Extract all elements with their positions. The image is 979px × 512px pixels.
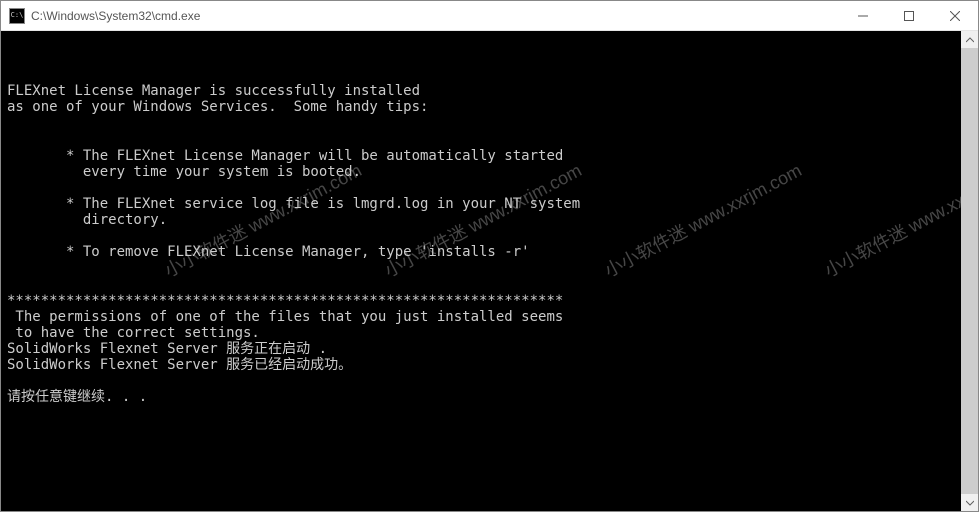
minimize-icon [858, 11, 868, 21]
maximize-button[interactable] [886, 1, 932, 30]
titlebar[interactable]: C:\ C:\Windows\System32\cmd.exe [1, 1, 978, 31]
console-area[interactable]: FLEXnet License Manager is successfully … [1, 31, 978, 511]
maximize-icon [904, 11, 914, 21]
scrollbar-track[interactable] [961, 48, 978, 494]
scrollbar-thumb[interactable] [961, 48, 978, 494]
chevron-down-icon [966, 499, 974, 507]
minimize-button[interactable] [840, 1, 886, 30]
vertical-scrollbar[interactable] [961, 31, 978, 511]
cmd-window: C:\ C:\Windows\System32\cmd.exe FLEXnet … [0, 0, 979, 512]
cmd-icon: C:\ [9, 8, 25, 24]
window-title: C:\Windows\System32\cmd.exe [31, 9, 840, 23]
scroll-up-button[interactable] [961, 31, 978, 48]
chevron-up-icon [966, 36, 974, 44]
close-icon [950, 11, 960, 21]
window-controls [840, 1, 978, 30]
scroll-down-button[interactable] [961, 494, 978, 511]
console-output: FLEXnet License Manager is successfully … [7, 67, 972, 405]
close-button[interactable] [932, 1, 978, 30]
